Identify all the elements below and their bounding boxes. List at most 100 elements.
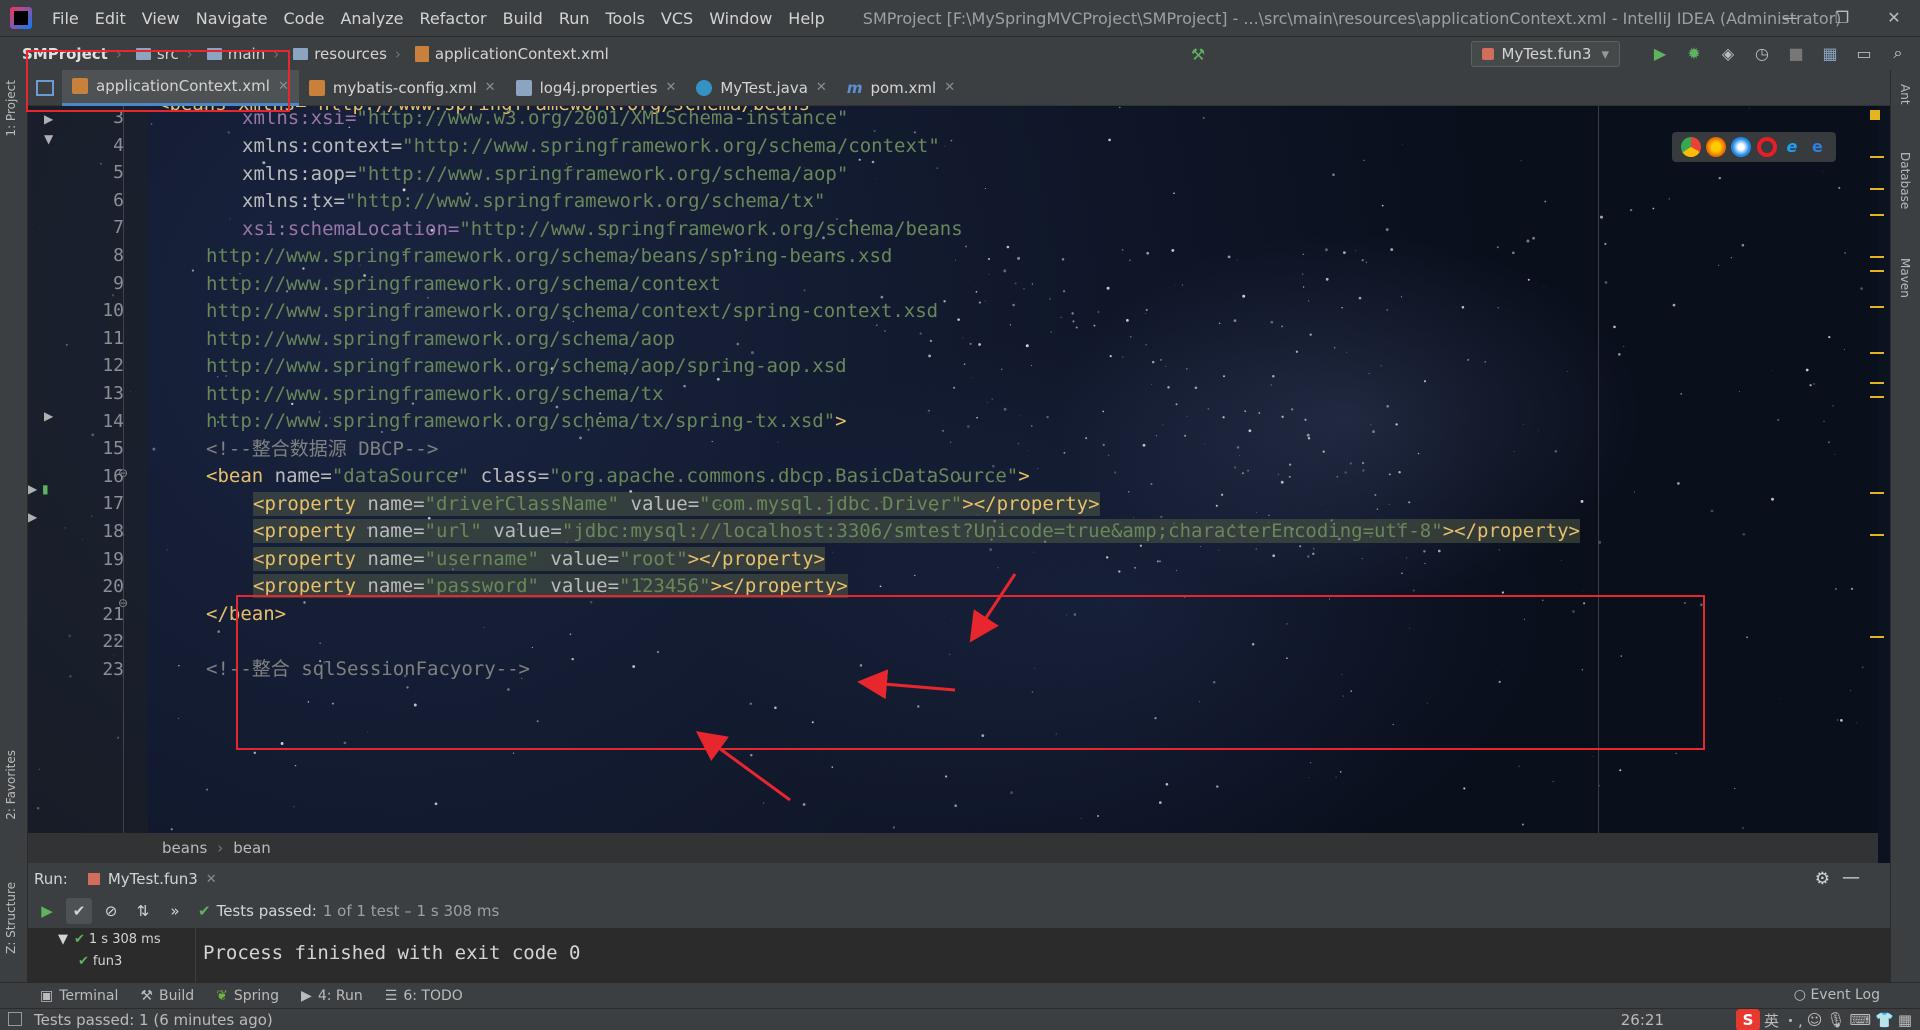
project-tool-button[interactable]: 1: Project xyxy=(4,80,18,137)
menu-code[interactable]: Code xyxy=(276,9,333,28)
star xyxy=(280,742,284,745)
run-toolbar: ▶ ✔ ⊘ ⇅ » ✔ Tests passed: 1 of 1 test – … xyxy=(28,894,1890,928)
tool-windows-icon[interactable] xyxy=(8,1012,22,1026)
menu-tools[interactable]: Tools xyxy=(598,9,653,28)
menu-analyze[interactable]: Analyze xyxy=(332,9,411,28)
fold-marker-icon[interactable]: ▶ xyxy=(44,409,53,423)
project-structure-icon[interactable]: ▦ xyxy=(1818,41,1842,65)
menu-edit[interactable]: Edit xyxy=(87,9,134,28)
database-tool-button[interactable]: Database xyxy=(1898,152,1912,209)
fold-marker-icon[interactable]: ▶ xyxy=(28,482,37,496)
code-line-17: <property name="driverClassName" value="… xyxy=(253,492,1100,516)
tab-pom[interactable]: m pom.xml ✕ xyxy=(837,70,965,106)
rerun-icon[interactable]: ▶ xyxy=(34,898,60,924)
sort-icon[interactable]: ⇅ xyxy=(130,898,156,924)
show-ignored-icon[interactable]: ⊘ xyxy=(98,898,124,924)
ant-tool-button[interactable]: Ant xyxy=(1898,84,1912,105)
breadcrumb-beans[interactable]: beans xyxy=(162,839,207,857)
build-tab[interactable]: ⚒ Build xyxy=(140,988,194,1004)
stop-icon[interactable]: ■ xyxy=(1784,41,1808,65)
run-gutter-icon[interactable]: ▮ xyxy=(42,482,49,496)
code-editor[interactable]: 3 4 5 6 7 8 9 10 11 12 13 14 15 16 17 18 19 20 21 22 23 ▶ ▼ … xyxy=(28,106,1878,833)
maven-tool-button[interactable]: Maven xyxy=(1898,258,1912,298)
safari-icon[interactable] xyxy=(1731,137,1752,157)
todo-tab[interactable]: ☰ 6: TODO xyxy=(385,988,463,1004)
spring-tab[interactable]: ❦ Spring xyxy=(216,988,279,1004)
menu-run[interactable]: Run xyxy=(551,9,598,28)
test-tree-root[interactable]: ▼ ✔ 1 s 308 ms xyxy=(28,928,195,950)
microphone-icon[interactable]: 🎙 xyxy=(1826,1011,1845,1029)
star xyxy=(951,620,953,621)
star xyxy=(1159,358,1162,361)
menu-view[interactable]: View xyxy=(134,9,188,28)
run-tab-mytest[interactable]: MyTest.fun3 ✕ xyxy=(87,870,217,888)
emoji-icon[interactable]: ☺ xyxy=(1807,1011,1823,1029)
keyboard-icon[interactable]: ⌨ xyxy=(1849,1011,1871,1029)
close-icon[interactable]: ✕ xyxy=(206,872,217,887)
tab-applicationcontext[interactable]: applicationContext.xml ✕ xyxy=(62,69,299,106)
profile-icon[interactable]: ◷ xyxy=(1750,41,1774,65)
fold-marker-icon[interactable]: ▼ xyxy=(44,132,53,146)
menu-file[interactable]: File xyxy=(44,9,87,28)
more-icon[interactable]: » xyxy=(162,898,188,924)
close-icon[interactable]: ✕ xyxy=(665,80,676,95)
tab-mytest[interactable]: MyTest.java ✕ xyxy=(686,70,836,106)
search-icon[interactable]: ⌕ xyxy=(1886,41,1910,65)
close-icon[interactable]: ✕ xyxy=(944,80,955,95)
skin-icon[interactable]: 👕 xyxy=(1875,1011,1894,1029)
hide-icon[interactable]: — xyxy=(1842,867,1860,888)
run-icon[interactable]: ▶ xyxy=(1648,41,1672,65)
firefox-icon[interactable] xyxy=(1705,137,1726,157)
run-tab[interactable]: ▶ 4: Run xyxy=(301,988,363,1004)
menu-help[interactable]: Help xyxy=(780,9,832,28)
nav-resources[interactable]: resources xyxy=(314,45,387,63)
chevron-right-icon: › xyxy=(115,44,122,63)
toolbox-icon[interactable]: ▦ xyxy=(1898,1011,1912,1029)
star xyxy=(1365,261,1368,264)
punctuation-icon[interactable]: ・, xyxy=(1783,1010,1803,1030)
hammer-build-icon[interactable]: ⚒ xyxy=(1186,42,1210,66)
run-configuration-select[interactable]: MyTest.fun3 ▾ xyxy=(1470,41,1620,67)
show-passed-icon[interactable]: ✔ xyxy=(66,898,92,924)
close-icon[interactable]: ✕ xyxy=(485,80,496,95)
breadcrumb-bean[interactable]: bean xyxy=(233,839,270,857)
opera-icon[interactable] xyxy=(1756,137,1777,157)
star xyxy=(1343,251,1346,255)
star xyxy=(1216,785,1219,788)
star xyxy=(1361,557,1363,560)
chrome-icon[interactable] xyxy=(1680,137,1701,157)
sogou-logo-icon[interactable]: S xyxy=(1735,1009,1760,1030)
nav-src[interactable]: src xyxy=(157,45,179,63)
restore-button[interactable]: ❐ xyxy=(1816,0,1868,36)
event-log-button[interactable]: ○ Event Log xyxy=(1794,987,1880,1003)
tab-log4j[interactable]: log4j.properties ✕ xyxy=(506,70,687,106)
minimize-button[interactable]: — xyxy=(1764,0,1816,36)
menu-refactor[interactable]: Refactor xyxy=(412,9,495,28)
close-icon[interactable]: ✕ xyxy=(278,79,289,94)
console-output[interactable]: Process finished with exit code 0 xyxy=(203,928,581,964)
fold-marker-icon[interactable]: ▶ xyxy=(44,112,53,126)
ie-icon[interactable]: e xyxy=(1782,137,1802,157)
debug-icon[interactable]: ✹ xyxy=(1682,41,1706,65)
terminal-tab[interactable]: ▣ Terminal xyxy=(40,988,118,1004)
gear-icon[interactable]: ⚙ xyxy=(1815,869,1830,889)
caret-position[interactable]: 26:21 xyxy=(1621,1011,1664,1029)
nav-project[interactable]: SMProject xyxy=(22,45,108,63)
edge-icon[interactable]: e xyxy=(1807,137,1827,157)
nav-file[interactable]: applicationContext.xml xyxy=(435,45,609,63)
menu-window[interactable]: Window xyxy=(701,9,780,28)
close-window-button[interactable]: ✕ xyxy=(1868,0,1920,36)
favorites-tool-button[interactable]: 2: Favorites xyxy=(4,750,18,820)
presentation-icon[interactable]: ▭ xyxy=(1852,41,1876,65)
structure-tool-button[interactable]: Z: Structure xyxy=(4,882,18,954)
ime-language[interactable]: 英 xyxy=(1764,1010,1779,1030)
tab-mybatis-config[interactable]: mybatis-config.xml ✕ xyxy=(299,70,506,106)
test-tree-item[interactable]: ✔ fun3 xyxy=(28,950,195,972)
close-icon[interactable]: ✕ xyxy=(816,80,827,95)
coverage-icon[interactable]: ◈ xyxy=(1716,41,1740,65)
menu-build[interactable]: Build xyxy=(495,9,551,28)
fold-marker-icon[interactable]: ▶ xyxy=(28,510,37,524)
menu-vcs[interactable]: VCS xyxy=(653,9,701,28)
menu-navigate[interactable]: Navigate xyxy=(188,9,276,28)
nav-main[interactable]: main xyxy=(228,45,265,63)
